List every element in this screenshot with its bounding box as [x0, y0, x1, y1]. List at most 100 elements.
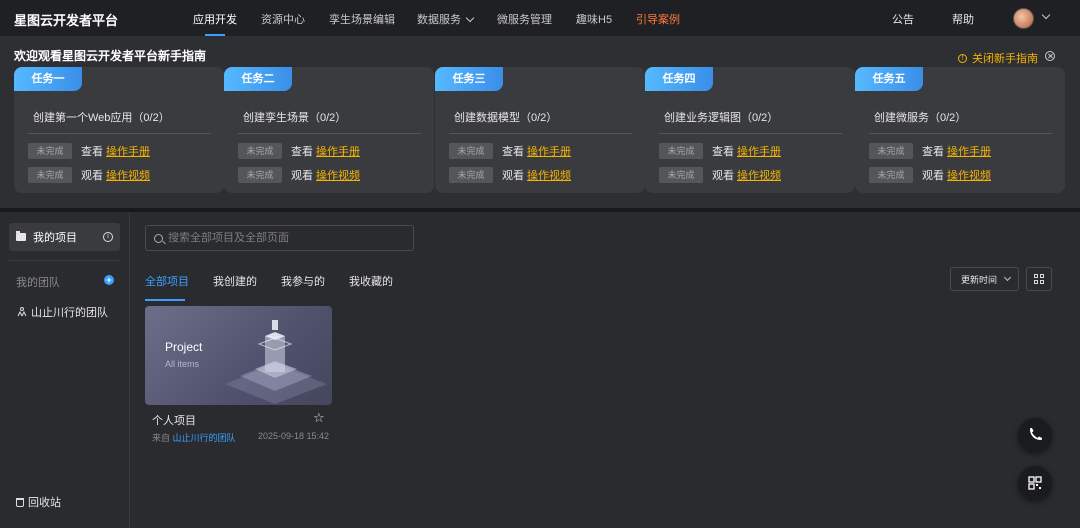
status-badge: 未完成: [28, 143, 72, 159]
status-badge: 未完成: [238, 143, 282, 159]
info-icon[interactable]: i: [103, 232, 113, 242]
nav-help[interactable]: 帮助: [952, 11, 974, 27]
nav-resource-center[interactable]: 资源中心: [261, 11, 305, 36]
task-name: 创建业务逻辑图（0/2）: [664, 112, 779, 124]
user-avatar[interactable]: [1013, 8, 1034, 29]
tab-favorites[interactable]: 我收藏的: [349, 273, 393, 301]
task-row-video: 未完成 观看 操作视频: [449, 167, 571, 183]
grid-icon: [1040, 280, 1044, 284]
beginner-guide-panel: 欢迎观看星图云开发者平台新手指南 ! 关闭新手指南 任务一 创建第一个Web应用…: [0, 36, 1080, 208]
top-navbar: 星图云开发者平台 应用开发 资源中心 孪生场景编辑 数据服务 微服务管理 趣味H…: [0, 0, 1080, 36]
watch-label: 观看: [712, 170, 734, 182]
project-card[interactable]: Project All items 个人项目 ☆ 来自 山止川行的团队 2025…: [145, 306, 332, 446]
view-label: 查看: [502, 146, 524, 158]
nav-data-service[interactable]: 数据服务: [417, 11, 475, 36]
status-badge: 未完成: [869, 167, 913, 183]
divider: [449, 133, 632, 134]
thumbnail-subtitle: All items: [165, 359, 200, 369]
task-card-4: 任务四 创建业务逻辑图（0/2） 未完成 查看 操作手册 未完成 观看 操作视频: [645, 67, 855, 193]
source-prefix: 来自: [152, 433, 171, 443]
video-link[interactable]: 操作视频: [947, 167, 991, 183]
watch-label: 观看: [291, 170, 313, 182]
grid-view-button[interactable]: [1026, 267, 1052, 291]
task-card-5: 任务五 创建微服务（0/2） 未完成 查看 操作手册 未完成 观看 操作视频: [855, 67, 1065, 193]
sort-label: 更新时间: [961, 274, 998, 285]
close-guide-button[interactable]: ! 关闭新手指南: [958, 50, 1038, 66]
tab-all-projects[interactable]: 全部项目: [145, 273, 189, 301]
view-label: 查看: [291, 146, 313, 158]
nav-microservice[interactable]: 微服务管理: [497, 11, 552, 36]
add-team-icon[interactable]: +: [104, 275, 114, 285]
sidebar-item-label: 山止川行的团队: [31, 307, 108, 319]
status-badge: 未完成: [869, 143, 913, 159]
task-row-manual: 未完成 查看 操作手册: [28, 143, 150, 159]
nav-fun-h5[interactable]: 趣味H5: [576, 11, 612, 36]
manual-link[interactable]: 操作手册: [737, 143, 781, 159]
qr-code-button[interactable]: [1018, 466, 1052, 500]
nav-app-dev[interactable]: 应用开发: [193, 11, 237, 36]
avatar-chevron-down-icon[interactable]: [1041, 10, 1051, 20]
divider: [238, 133, 421, 134]
star-icon[interactable]: ☆: [313, 410, 325, 426]
video-link[interactable]: 操作视频: [527, 167, 571, 183]
manual-link[interactable]: 操作手册: [106, 143, 150, 159]
close-icon[interactable]: [1045, 51, 1055, 61]
task-tag: 任务五: [855, 67, 923, 91]
tab-participated[interactable]: 我参与的: [281, 273, 325, 301]
task-name: 创建微服务（0/2）: [874, 112, 967, 124]
task-name: 创建第一个Web应用（0/2）: [33, 112, 170, 124]
video-link[interactable]: 操作视频: [106, 167, 150, 183]
recycle-bin-label: 回收站: [28, 497, 61, 509]
status-badge: 未完成: [449, 143, 493, 159]
sidebar: 我的项目 i 我的团队 + 山止川行的团队 回收站: [0, 212, 130, 528]
divider: [869, 133, 1052, 134]
search-box[interactable]: [145, 225, 414, 251]
task-row-video: 未完成 观看 操作视频: [869, 167, 991, 183]
task-row-video: 未完成 观看 操作视频: [238, 167, 360, 183]
phone-icon: [1030, 428, 1042, 440]
task-tag: 任务二: [224, 67, 292, 91]
task-name: 创建数据模型（0/2）: [454, 112, 558, 124]
task-row-manual: 未完成 查看 操作手册: [869, 143, 991, 159]
nav-guide-cases[interactable]: 引导案例: [636, 11, 680, 36]
watch-label: 观看: [81, 170, 103, 182]
manual-link[interactable]: 操作手册: [947, 143, 991, 159]
status-badge: 未完成: [659, 143, 703, 159]
nav-announcement[interactable]: 公告: [892, 11, 914, 27]
nav-twin-scene-edit[interactable]: 孪生场景编辑: [329, 11, 395, 36]
watch-label: 观看: [922, 170, 944, 182]
source-team-link[interactable]: 山止川行的团队: [173, 433, 236, 443]
status-badge: 未完成: [238, 167, 282, 183]
task-row-video: 未完成 观看 操作视频: [28, 167, 150, 183]
chevron-down-icon: [1003, 273, 1012, 281]
recycle-bin-button[interactable]: 回收站: [16, 494, 61, 510]
sidebar-item-my-projects[interactable]: 我的项目 i: [9, 223, 120, 251]
task-card-1: 任务一 创建第一个Web应用（0/2） 未完成 查看 操作手册 未完成 观看 操作视频: [14, 67, 224, 193]
grid-icon: [1034, 274, 1038, 278]
phone-button[interactable]: [1018, 418, 1052, 452]
info-icon: !: [958, 53, 967, 63]
sort-select[interactable]: 更新时间: [950, 267, 1019, 291]
status-badge: 未完成: [449, 167, 493, 183]
qr-code-icon: [1028, 476, 1042, 490]
tab-created-by-me[interactable]: 我创建的: [213, 273, 257, 301]
video-link[interactable]: 操作视频: [316, 167, 360, 183]
close-guide-label: 关闭新手指南: [972, 53, 1038, 65]
task-tag: 任务一: [14, 67, 82, 91]
guide-title: 欢迎观看星图云开发者平台新手指南: [14, 49, 207, 63]
project-thumbnail[interactable]: Project All items: [145, 306, 332, 405]
brand-title: 星图云开发者平台: [14, 13, 119, 28]
sidebar-item-team[interactable]: 山止川行的团队: [17, 304, 108, 320]
task-row-manual: 未完成 查看 操作手册: [449, 143, 571, 159]
watch-label: 观看: [502, 170, 524, 182]
search-input[interactable]: [168, 232, 398, 244]
my-team-label: 我的团队: [16, 277, 60, 289]
team-icon: [17, 307, 27, 317]
grid-icon: [1034, 280, 1038, 284]
search-icon: [154, 233, 163, 243]
task-tag: 任务四: [645, 67, 713, 91]
video-link[interactable]: 操作视频: [737, 167, 781, 183]
view-label: 查看: [712, 146, 734, 158]
manual-link[interactable]: 操作手册: [527, 143, 571, 159]
manual-link[interactable]: 操作手册: [316, 143, 360, 159]
